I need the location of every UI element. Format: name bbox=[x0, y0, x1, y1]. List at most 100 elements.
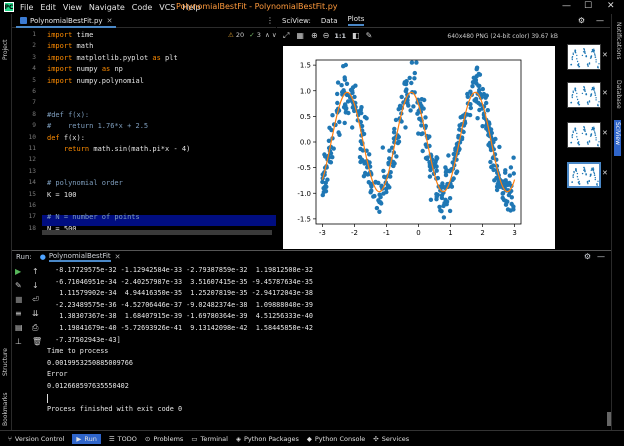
project-tool-tab[interactable]: Project bbox=[2, 20, 9, 60]
restore-layout-icon[interactable]: ≡ bbox=[15, 310, 22, 318]
menu-edit[interactable]: Edit bbox=[40, 3, 56, 12]
scatter-chart: -3 -2 -1 0 1 2 3 1.5 1.0 0.5 0.0 -0.5 -1.0 -1.5 bbox=[297, 59, 522, 237]
scatter-point bbox=[492, 178, 497, 183]
bookmarks-tool-tab[interactable]: Bookmarks bbox=[2, 386, 9, 426]
thumbnail-point bbox=[584, 52, 586, 55]
thumbnail-point bbox=[594, 132, 596, 134]
statusbar-terminal[interactable]: ▭ Terminal bbox=[191, 435, 228, 443]
console-line: Error bbox=[47, 370, 68, 379]
actual-size-button[interactable]: 1:1 bbox=[334, 32, 346, 40]
thumbnail-point bbox=[576, 60, 579, 63]
print-icon[interactable]: ⎙ bbox=[32, 324, 38, 332]
scatter-point bbox=[403, 125, 408, 130]
right-tool-strip: Notifications Database SciView bbox=[611, 14, 624, 430]
close-tab-icon[interactable]: ✕ bbox=[107, 17, 113, 25]
scatter-point bbox=[439, 193, 445, 198]
plot-thumbnail-selected[interactable] bbox=[567, 162, 601, 188]
editor-tab[interactable]: PolynomialBestFit.py ✕ bbox=[16, 15, 117, 28]
scatter-point bbox=[511, 204, 516, 209]
plot-thumbnail[interactable] bbox=[567, 82, 601, 108]
scatter-point bbox=[377, 209, 382, 214]
scatter-point bbox=[380, 145, 385, 150]
close-window-icon[interactable]: ✕ bbox=[607, 1, 615, 11]
thumbnail-point bbox=[594, 56, 597, 58]
minimize-run-icon[interactable]: — bbox=[597, 252, 605, 261]
scatter-point bbox=[350, 85, 356, 90]
statusbar-services[interactable]: ✣ Services bbox=[373, 435, 409, 443]
settings-gear-icon[interactable]: ⚙ bbox=[578, 16, 585, 25]
structure-tool-tab[interactable]: Structure bbox=[2, 336, 9, 376]
statusbar-todo[interactable]: ☰ TODO bbox=[109, 435, 137, 443]
scatter-point bbox=[326, 138, 332, 143]
thumbnail-point bbox=[577, 141, 580, 143]
statusbar-python-packages[interactable]: ◈ Python Packages bbox=[236, 435, 299, 443]
close-run-tab-icon[interactable]: ✕ bbox=[115, 253, 121, 261]
pin-icon[interactable]: ⊥ bbox=[15, 338, 22, 346]
menu-file[interactable]: File bbox=[20, 3, 33, 12]
soft-wrap-icon[interactable]: ⏎ bbox=[32, 296, 39, 304]
rerun-icon[interactable]: ▶ bbox=[15, 268, 21, 276]
layout-icon[interactable]: ▤ bbox=[15, 324, 23, 332]
scatter-point bbox=[359, 105, 364, 110]
scatter-point bbox=[335, 100, 340, 106]
stop-icon[interactable]: ■ bbox=[15, 296, 23, 304]
statusbar-run[interactable]: ▶ Run bbox=[72, 433, 101, 444]
console-line: 1.11579902e-34 4.94416350e-35 1.25207819… bbox=[47, 289, 313, 298]
run-settings-gear-icon[interactable]: ⚙ bbox=[584, 252, 591, 261]
grid-icon[interactable]: ▦ bbox=[296, 32, 304, 40]
scroll-to-end-icon[interactable]: ⇊ bbox=[32, 310, 39, 318]
scroll-up-icon[interactable]: ↑ bbox=[32, 268, 39, 276]
plot-thumbnail[interactable] bbox=[567, 122, 601, 148]
editor-horizontal-scrollbar[interactable] bbox=[42, 230, 272, 235]
color-picker-icon[interactable]: ✎ bbox=[366, 32, 373, 40]
minimize-icon[interactable]: — bbox=[562, 1, 571, 11]
zoom-in-icon[interactable]: ⊕ bbox=[311, 32, 318, 40]
background-icon[interactable]: ◧ bbox=[352, 32, 360, 40]
close-thumbnail-icon[interactable]: ✕ bbox=[602, 129, 608, 137]
zoom-out-icon[interactable]: ⊖ bbox=[323, 32, 330, 40]
menu-vcs[interactable]: VCS bbox=[159, 3, 175, 12]
tab-data[interactable]: Data bbox=[321, 17, 338, 25]
statusbar-problems[interactable]: ⊙ Problems bbox=[145, 435, 183, 443]
thumbnail-point bbox=[576, 172, 579, 175]
scatter-point bbox=[509, 195, 514, 200]
menu-view[interactable]: View bbox=[63, 3, 82, 12]
database-tool-tab[interactable]: Database bbox=[615, 80, 622, 120]
tab-plots[interactable]: Plots bbox=[347, 15, 365, 26]
plot-thumbnail[interactable] bbox=[567, 44, 601, 70]
line-number: 17 bbox=[28, 213, 36, 221]
delete-icon[interactable]: 🗑 bbox=[32, 338, 42, 346]
menu-code[interactable]: Code bbox=[132, 3, 152, 12]
modify-config-icon[interactable]: ✎ bbox=[15, 282, 22, 290]
thumbnail-point bbox=[597, 65, 599, 68]
close-thumbnail-icon[interactable]: ✕ bbox=[602, 51, 608, 59]
notifications-tool-tab[interactable]: Notifications bbox=[615, 22, 622, 72]
close-thumbnail-icon[interactable]: ✕ bbox=[602, 169, 608, 177]
thumbnail-point bbox=[597, 180, 599, 182]
close-thumbnail-icon[interactable]: ✕ bbox=[602, 89, 608, 97]
menu-navigate[interactable]: Navigate bbox=[89, 3, 125, 12]
statusbar-python-console[interactable]: ◆ Python Console bbox=[307, 435, 365, 443]
todo-icon: ☰ bbox=[108, 434, 115, 443]
statusbar-version-control[interactable]: ⑂ Version Control bbox=[8, 435, 64, 443]
thumbnail-point bbox=[578, 104, 580, 106]
inspection-widget[interactable]: ⚠ 20 ✓ 3 ∧ ∨ bbox=[228, 31, 277, 39]
scatter-point bbox=[336, 130, 341, 135]
thumbnail-point bbox=[577, 178, 579, 180]
scatter-point bbox=[374, 205, 380, 211]
thumbnail-point bbox=[584, 51, 586, 53]
thumbnail-point bbox=[592, 50, 595, 52]
console-scrollbar[interactable] bbox=[607, 262, 611, 430]
run-console-output[interactable]: -8.17729575e-32 -1.12942584e-33 -2.79387… bbox=[42, 262, 607, 430]
thumbnail-point bbox=[592, 167, 594, 169]
maximize-icon[interactable]: ☐ bbox=[584, 1, 592, 11]
scatter-point bbox=[409, 60, 415, 65]
fit-to-screen-icon[interactable]: ⤢ bbox=[283, 32, 289, 40]
sciview-tool-tab[interactable]: SciView bbox=[614, 120, 621, 156]
more-tabs-icon[interactable]: ⋮ bbox=[266, 16, 274, 25]
run-config-tab[interactable]: PolynomialBestFit bbox=[48, 252, 111, 262]
minimize-panel-icon[interactable]: — bbox=[596, 16, 604, 25]
scroll-down-icon[interactable]: ↓ bbox=[32, 282, 39, 290]
window-title: PolynomialBestFit - PolynomialBestFit.py bbox=[176, 2, 338, 11]
run-label: Run: bbox=[16, 252, 32, 261]
